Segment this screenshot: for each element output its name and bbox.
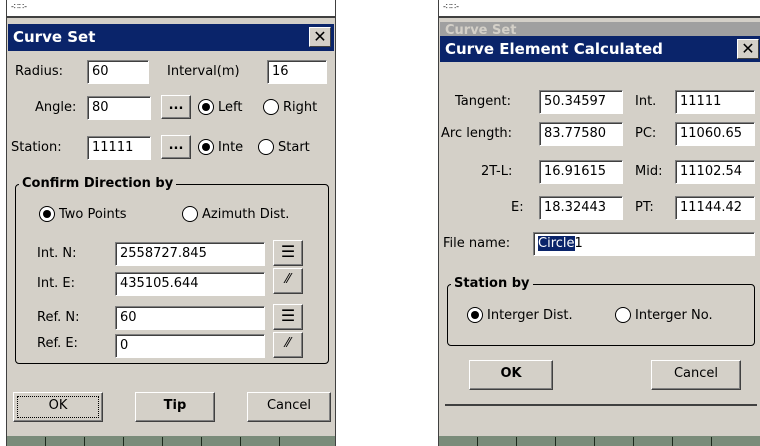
list-icon: ☰ [280,306,296,325]
ok-button[interactable]: OK [13,392,103,422]
e-label: E: [511,200,524,215]
left-radio[interactable] [198,99,214,115]
interger-no-radio[interactable] [615,307,631,323]
angle-picker-button[interactable]: ... [161,95,191,119]
ok-button[interactable]: OK [469,360,553,390]
interval-field[interactable]: 16 [267,60,327,84]
station-label: Station: [11,140,62,155]
station-picker-button[interactable]: ... [161,135,191,159]
station-by-title: Station by [451,276,533,291]
map-pick-icon: ⁄⁄ [285,336,291,351]
pc-field[interactable]: 11060.65 [675,122,755,146]
arc-length-field[interactable]: 83.77580 [539,122,623,146]
interger-dist-label: Interger Dist. [487,308,573,323]
right-radio[interactable] [263,99,279,115]
left-label: Left [218,100,243,115]
file-name-field[interactable]: Circle1 [533,232,755,256]
ref-n-list-button[interactable]: ☰ [273,304,303,330]
confirm-direction-title: Confirm Direction by [19,176,177,191]
two-points-radio[interactable] [39,206,55,222]
mid-field[interactable]: 11102.54 [675,160,755,184]
cancel-button[interactable]: Cancel [247,392,331,422]
background-button-row [445,404,757,428]
azimuth-dist-label: Azimuth Dist. [202,207,290,222]
file-name-rest: 1 [574,236,583,251]
int-e-map-button[interactable]: ⁄⁄ [273,268,303,294]
top-status-strip: -∷∷- [7,0,335,18]
taskbar [439,436,760,446]
tip-button[interactable]: Tip [135,392,215,422]
ref-e-label: Ref. E: [37,336,78,351]
tangent-label: Tangent: [455,94,511,109]
inte-radio[interactable] [198,139,214,155]
2t-l-field[interactable]: 16.91615 [539,160,623,184]
int-n-field[interactable]: 2558727.845 [115,242,265,266]
right-label: Right [283,100,318,115]
taskbar [7,436,335,446]
close-icon: ✕ [741,39,755,58]
close-button[interactable]: ✕ [737,39,759,59]
ref-e-map-button[interactable]: ⁄⁄ [273,332,303,358]
background-title: Curve Set [445,23,517,36]
start-label: Start [278,140,310,155]
tangent-field[interactable]: 50.34597 [539,90,623,114]
azimuth-dist-radio[interactable] [182,206,198,222]
curve-set-title-bar: Curve Set ✕ [8,24,334,51]
interger-no-label: Interger No. [635,308,713,323]
background-dialog-title: Curve Set [440,22,760,36]
map-pick-icon: ⁄⁄ [285,272,291,287]
ref-e-field[interactable]: 0 [115,334,265,358]
close-icon: ✕ [313,27,327,46]
cancel-button[interactable]: Cancel [651,360,741,390]
inte-label: Inte [218,140,244,155]
int-n-list-button[interactable]: ☰ [273,240,303,266]
2t-l-label: 2T-L: [481,164,513,179]
start-radio[interactable] [258,139,274,155]
int-n-label: Int. N: [37,246,77,261]
ref-n-field[interactable]: 60 [115,306,265,330]
station-field[interactable]: 11111 [87,136,151,160]
dialog-title: Curve Set [13,28,96,46]
int-e-field[interactable]: 435105.644 [115,272,265,296]
status-glyph: -∷∷- [443,2,459,11]
top-status-strip: -∷∷- [439,0,760,18]
angle-field[interactable]: 80 [87,96,151,120]
ref-n-label: Ref. N: [37,310,80,325]
file-name-selection: Circle [538,236,575,251]
e-field[interactable]: 18.32443 [539,196,623,220]
arc-length-label: Arc length: [441,126,513,141]
angle-label: Angle: [35,100,77,115]
pt-label: PT: [635,200,654,215]
curve-element-title-bar: Curve Element Calculated ✕ [440,36,760,62]
interval-label: Interval(m) [167,64,240,79]
dialog-title: Curve Element Calculated [445,40,663,58]
pt-field[interactable]: 11144.42 [675,196,755,220]
close-button[interactable]: ✕ [309,27,331,47]
radius-field[interactable]: 60 [87,60,149,84]
right-device-screen: -∷∷- Curve Set Curve Element Calculated … [438,0,760,446]
int-label: Int. [635,94,657,109]
mid-label: Mid: [635,164,663,179]
radius-label: Radius: [15,64,63,79]
list-icon: ☰ [280,242,296,261]
status-glyph: -∷∷- [11,2,27,11]
two-points-label: Two Points [59,207,127,222]
left-device-screen: -∷∷- Curve Set ✕ Radius: 60 Interval(m) … [6,0,336,446]
int-e-label: Int. E: [37,276,76,291]
pc-label: PC: [635,126,657,141]
interger-dist-radio[interactable] [467,307,483,323]
file-name-label: File name: [443,236,511,251]
int-field[interactable]: 11111 [675,90,755,114]
